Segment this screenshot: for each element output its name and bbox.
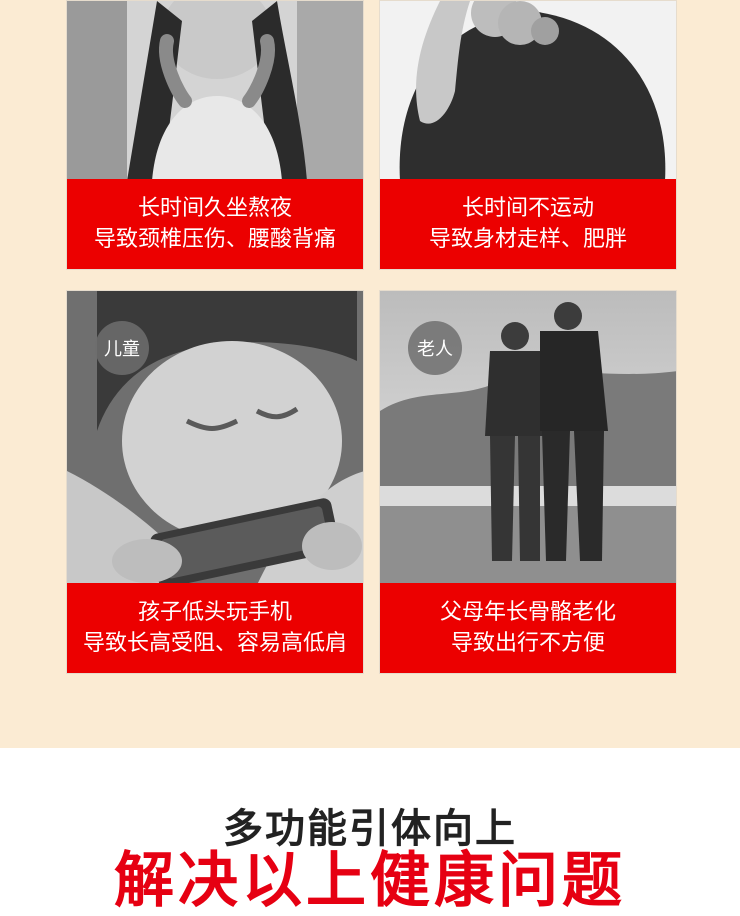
card-elderly: 老人 父母年长骨骼老化 导致出行不方便: [379, 290, 677, 674]
child-badge: 儿童: [95, 321, 149, 375]
child-caption: 孩子低头玩手机 导致长高受阻、容易高低肩: [67, 583, 363, 673]
card-office-worker: 长时间久坐熬夜 导致颈椎压伤、腰酸背痛: [66, 0, 364, 270]
card-overweight: 长时间不运动 导致身材走样、肥胖: [379, 0, 677, 270]
caption-line2: 导致长高受阻、容易高低肩: [82, 631, 347, 656]
headline-main: 解决以上健康问题: [114, 846, 626, 916]
overweight-photo: [380, 1, 676, 181]
caption-line2: 导致颈椎压伤、腰酸背痛: [93, 227, 336, 252]
caption-line2: 导致出行不方便: [450, 631, 605, 656]
card-child: 儿童 孩子低头玩手机 导致长高受阻、容易高低肩: [66, 290, 364, 674]
elderly-caption: 父母年长骨骼老化 导致出行不方便: [380, 583, 676, 673]
caption-line2: 导致身材走样、肥胖: [428, 227, 627, 252]
elderly-badge: 老人: [408, 321, 462, 375]
caption-line1: 长时间不运动: [461, 196, 594, 221]
office-worker-caption: 长时间久坐熬夜 导致颈椎压伤、腰酸背痛: [67, 179, 363, 269]
caption-line1: 长时间久坐熬夜: [137, 196, 292, 221]
overweight-caption: 长时间不运动 导致身材走样、肥胖: [380, 179, 676, 269]
caption-line1: 孩子低头玩手机: [137, 600, 292, 625]
caption-line1: 父母年长骨骼老化: [439, 600, 616, 625]
office-worker-photo: [67, 1, 363, 181]
